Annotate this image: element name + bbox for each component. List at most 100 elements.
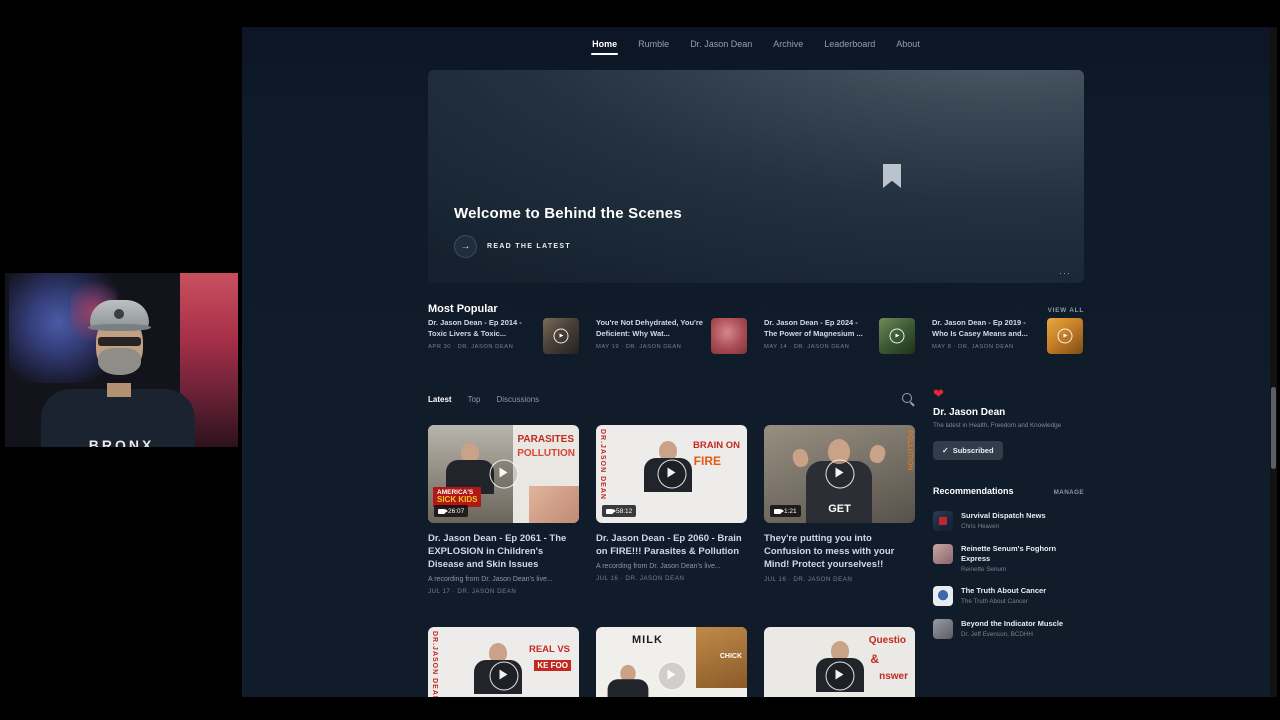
video-thumbnail[interactable]: MILK CHICK bbox=[596, 627, 747, 697]
arrow-right-icon[interactable]: → bbox=[454, 235, 477, 258]
video-card-real-vs-fake-food[interactable]: DR.JASON DEAN REAL VS KE FOO bbox=[428, 627, 579, 697]
avatar bbox=[933, 511, 953, 531]
nav-about[interactable]: About bbox=[895, 27, 921, 61]
play-icon[interactable] bbox=[657, 459, 686, 489]
play-icon bbox=[889, 328, 905, 344]
top-nav: Home Rumble Dr. Jason Dean Archive Leade… bbox=[242, 27, 1270, 61]
hero-banner[interactable]: Welcome to Behind the Scenes → READ THE … bbox=[428, 70, 1084, 283]
recommendations-title: Recommendations bbox=[933, 486, 1014, 496]
webcam-overlay: BRONX bbox=[5, 273, 238, 447]
video-description: A recording from Dr. Jason Dean's live..… bbox=[428, 576, 553, 583]
read-latest-label: READ THE LATEST bbox=[487, 243, 571, 250]
recommendation-author: Chris Heaven bbox=[961, 523, 1000, 531]
video-title[interactable]: Dr. Jason Dean - Ep 2060 - Brain on FIRE… bbox=[596, 532, 747, 558]
thumbnail-text: & bbox=[870, 652, 879, 666]
more-options-icon[interactable]: ··· bbox=[1059, 268, 1071, 278]
scrollbar[interactable] bbox=[1270, 27, 1277, 697]
popular-item-thumbnail[interactable] bbox=[1047, 318, 1083, 354]
community-logo-heart-icon: ❤ bbox=[933, 386, 944, 401]
hero-title: Welcome to Behind the Scenes bbox=[454, 205, 682, 223]
video-card-ep2060[interactable]: DR.JASON DEAN BRAIN ON FIRE 58:12 Dr. Ja… bbox=[596, 425, 747, 613]
nav-rumble[interactable]: Rumble bbox=[637, 27, 670, 61]
avatar bbox=[933, 544, 953, 564]
person-neck bbox=[107, 383, 131, 397]
video-thumbnail[interactable]: PARASITES POLLUTION AMERICA'S SICK KIDS … bbox=[428, 425, 579, 523]
thumbnail-text: KE FOO bbox=[534, 660, 571, 671]
video-thumbnail[interactable]: DR.JASON DEAN BRAIN ON FIRE 58:12 bbox=[596, 425, 747, 523]
bookmark-icon[interactable] bbox=[883, 164, 901, 188]
thumbnail-text: nswer bbox=[879, 671, 908, 682]
recommendation-truth-about-cancer[interactable]: The Truth About Cancer The Truth About C… bbox=[933, 586, 1084, 607]
shirt-text: BRONX bbox=[88, 437, 155, 447]
popular-item-text: You're Not Dehydrated, You're Deficient:… bbox=[596, 318, 703, 354]
popular-item-3[interactable]: Dr. Jason Dean - Ep 2024 - The Power of … bbox=[764, 318, 915, 354]
popular-item-thumbnail[interactable] bbox=[879, 318, 915, 354]
tab-top[interactable]: Top bbox=[468, 395, 481, 404]
manage-link[interactable]: MANAGE bbox=[1054, 489, 1084, 496]
thumbnail-text: MILK bbox=[632, 634, 663, 646]
video-title[interactable]: They're putting you into Confusion to me… bbox=[764, 532, 915, 571]
thumbnail-text: BRAIN ON bbox=[693, 440, 740, 451]
video-card-ep2061[interactable]: PARASITES POLLUTION AMERICA'S SICK KIDS … bbox=[428, 425, 579, 613]
video-card-confusion[interactable]: POLLUTION GET 1:21 They're putting you i… bbox=[764, 425, 915, 613]
popular-item-4[interactable]: Dr. Jason Dean - Ep 2019 - Who Is Casey … bbox=[932, 318, 1083, 354]
popular-item-title: Dr. Jason Dean - Ep 2024 - The Power of … bbox=[764, 318, 863, 338]
community-tagline: The latest in Health, Freedom and Knowle… bbox=[933, 422, 1062, 429]
popular-item-thumbnail[interactable] bbox=[543, 318, 579, 354]
play-icon bbox=[553, 328, 569, 344]
duration-badge: 58:12 bbox=[602, 505, 637, 517]
video-description: A recording from Dr. Jason Dean's live..… bbox=[596, 563, 721, 570]
nav-archive[interactable]: Archive bbox=[772, 27, 804, 61]
search-icon[interactable] bbox=[902, 393, 915, 406]
video-card-milk[interactable]: MILK CHICK bbox=[596, 627, 747, 697]
video-card-question-answer[interactable]: Questio & nswer bbox=[764, 627, 915, 697]
thumbnail-text: Questio bbox=[868, 635, 906, 646]
thumbnail-text: REAL VS bbox=[528, 644, 570, 655]
recommendation-name: Reinette Senum's Foghorn Express bbox=[961, 544, 1057, 564]
scrollbar-thumb[interactable] bbox=[1271, 387, 1276, 469]
play-icon[interactable] bbox=[489, 459, 518, 489]
video-meta: JUL 16 · DR. JASON DEAN bbox=[596, 575, 685, 582]
popular-item-1[interactable]: Dr. Jason Dean - Ep 2014 - Toxic Livers … bbox=[428, 318, 579, 354]
community-name: Dr. Jason Dean bbox=[933, 407, 1006, 418]
video-thumbnail[interactable]: Questio & nswer bbox=[764, 627, 915, 697]
view-all-link[interactable]: VIEW ALL bbox=[1048, 307, 1084, 314]
nav-dr-jason-dean[interactable]: Dr. Jason Dean bbox=[689, 27, 753, 61]
play-icon[interactable] bbox=[657, 661, 686, 691]
screen: BRONX Home Rumble Dr. Jason Dean Archive… bbox=[0, 0, 1280, 720]
popular-item-text: Dr. Jason Dean - Ep 2014 - Toxic Livers … bbox=[428, 318, 535, 354]
popular-item-meta: APR 30 · DR. JASON DEAN bbox=[428, 344, 514, 350]
thumbnail-side-text: POLLUTION bbox=[906, 430, 913, 471]
play-icon[interactable] bbox=[825, 459, 854, 489]
video-title[interactable]: Dr. Jason Dean - Ep 2061 - The EXPLOSION… bbox=[428, 532, 579, 571]
video-thumbnail[interactable]: DR.JASON DEAN REAL VS KE FOO bbox=[428, 627, 579, 697]
nav-home[interactable]: Home bbox=[591, 27, 619, 61]
popular-item-title: Dr. Jason Dean - Ep 2019 - Who Is Casey … bbox=[932, 318, 1028, 338]
nav-leaderboard[interactable]: Leaderboard bbox=[823, 27, 876, 61]
popular-item-2[interactable]: You're Not Dehydrated, You're Deficient:… bbox=[596, 318, 747, 354]
popular-item-meta: MAY 19 · DR. JASON DEAN bbox=[596, 344, 682, 350]
subscribed-button[interactable]: ✓ Subscribed bbox=[933, 441, 1003, 460]
read-latest-button[interactable]: → READ THE LATEST bbox=[454, 235, 571, 258]
recommendation-survival-dispatch[interactable]: Survival Dispatch News Chris Heaven bbox=[933, 511, 1084, 531]
popular-item-text: Dr. Jason Dean - Ep 2024 - The Power of … bbox=[764, 318, 871, 354]
tab-discussions[interactable]: Discussions bbox=[496, 395, 539, 404]
recommendations-list: Survival Dispatch News Chris Heaven Rein… bbox=[933, 511, 1084, 640]
popular-item-thumbnail[interactable] bbox=[711, 318, 747, 354]
person-beard bbox=[98, 348, 141, 375]
thumbnail-banner: AMERICA'S SICK KIDS bbox=[433, 487, 482, 507]
video-thumbnail[interactable]: POLLUTION GET 1:21 bbox=[764, 425, 915, 523]
tab-latest[interactable]: Latest bbox=[428, 395, 452, 404]
recommendation-author: The Truth About Cancer bbox=[961, 598, 1028, 606]
play-icon[interactable] bbox=[825, 661, 854, 691]
popular-item-title: Dr. Jason Dean - Ep 2014 - Toxic Livers … bbox=[428, 318, 522, 338]
most-popular-row: Dr. Jason Dean - Ep 2014 - Toxic Livers … bbox=[428, 318, 1084, 354]
recommendations-header: Recommendations MANAGE bbox=[933, 486, 1084, 496]
recommendation-foghorn-express[interactable]: Reinette Senum's Foghorn Express Reinett… bbox=[933, 544, 1084, 573]
thumbnail-text: PARASITES bbox=[517, 434, 575, 445]
recommendation-author: Reinette Senum bbox=[961, 566, 1007, 574]
popular-item-title: You're Not Dehydrated, You're Deficient:… bbox=[596, 318, 703, 338]
play-icon[interactable] bbox=[489, 661, 518, 691]
recommendation-indicator-muscle[interactable]: Beyond the Indicator Muscle Dr. Jeff Eve… bbox=[933, 619, 1084, 640]
play-icon bbox=[1057, 328, 1073, 344]
